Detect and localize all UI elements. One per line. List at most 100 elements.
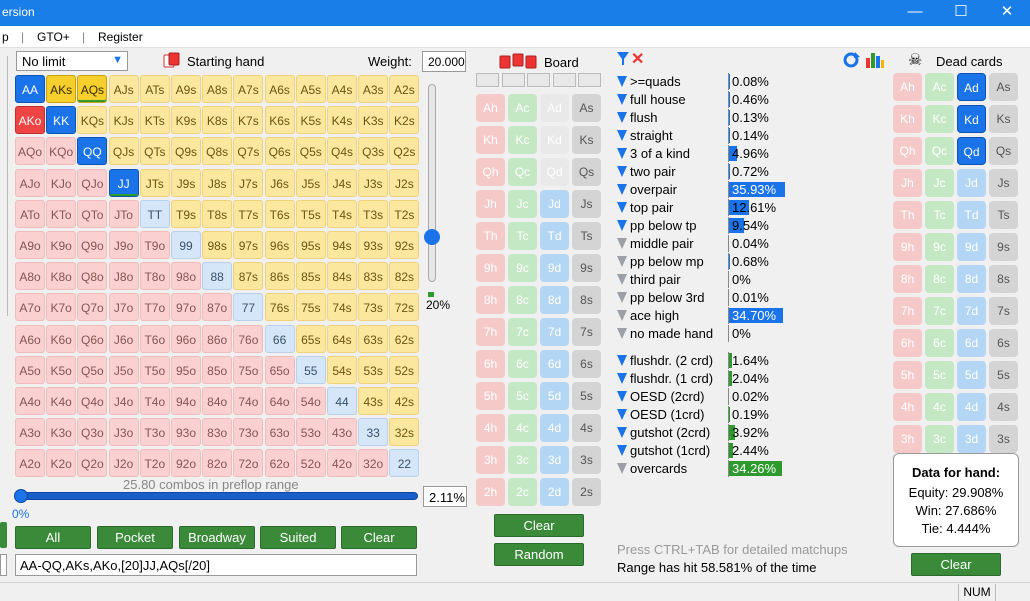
hand-cell-t3s[interactable]: T3s	[358, 199, 389, 228]
filter-toggle-icon[interactable]	[617, 220, 627, 231]
hand-cell-kjo[interactable]: KJo	[46, 168, 77, 197]
hand-cell-j7s[interactable]: J7s	[233, 168, 264, 197]
board-card-td[interactable]: Td	[540, 222, 569, 250]
dead-card-jc[interactable]: Jc	[925, 169, 954, 197]
hand-cell-96s[interactable]: 96s	[264, 231, 295, 259]
hand-cell-73s[interactable]: 73s	[358, 293, 389, 322]
dead-card-td[interactable]: Td	[957, 201, 986, 229]
dead-card-qd[interactable]: Qd	[957, 137, 986, 165]
hand-cell-kqo[interactable]: KQo	[46, 137, 77, 166]
hand-cell-a7s[interactable]: A7s	[233, 75, 264, 103]
dead-card-4s[interactable]: 4s	[989, 393, 1018, 421]
hand-cell-j3s[interactable]: J3s	[358, 168, 389, 197]
board-card-qc[interactable]: Qc	[508, 158, 537, 186]
hand-cell-q8s[interactable]: Q8s	[202, 137, 233, 166]
board-card-5c[interactable]: 5c	[508, 382, 537, 410]
hand-cell-86o[interactable]: 86o	[202, 324, 233, 353]
board-card-9d[interactable]: 9d	[540, 254, 569, 282]
hand-cell-k9o[interactable]: K9o	[46, 231, 77, 259]
board-clear-button[interactable]: Clear	[494, 514, 584, 537]
board-card-4s[interactable]: 4s	[572, 414, 601, 442]
dead-card-6c[interactable]: 6c	[925, 329, 954, 357]
board-card-3c[interactable]: 3c	[508, 446, 537, 474]
hand-cell-95o[interactable]: 95o	[171, 355, 201, 384]
hand-cell-j7o[interactable]: J7o	[108, 293, 139, 322]
hand-cell-t4o[interactable]: T4o	[139, 387, 170, 415]
hand-cell-53o[interactable]: 53o	[295, 418, 326, 447]
dead-card-9h[interactable]: 9h	[893, 233, 922, 261]
dead-card-7d[interactable]: 7d	[957, 297, 986, 325]
hand-cell-k3s[interactable]: K3s	[358, 106, 389, 135]
hand-cell-a6s[interactable]: A6s	[264, 75, 295, 103]
hand-cell-k8o[interactable]: K8o	[46, 262, 77, 291]
dead-card-kh[interactable]: Kh	[893, 105, 922, 133]
dead-card-jh[interactable]: Jh	[893, 169, 922, 197]
dead-card-8c[interactable]: 8c	[925, 265, 954, 293]
board-card-9s[interactable]: 9s	[572, 254, 601, 282]
hand-cell-83o[interactable]: 83o	[202, 418, 233, 447]
board-card-2d[interactable]: 2d	[540, 478, 569, 506]
hand-cell-94o[interactable]: 94o	[171, 387, 201, 415]
hand-cell-q2s[interactable]: Q2s	[389, 137, 420, 166]
hand-cell-q4s[interactable]: Q4s	[327, 137, 357, 166]
dead-card-7s[interactable]: 7s	[989, 297, 1018, 325]
dead-card-th[interactable]: Th	[893, 201, 922, 229]
hand-cell-87s[interactable]: 87s	[233, 262, 264, 291]
board-card-7s[interactable]: 7s	[572, 318, 601, 346]
hand-cell-t9s[interactable]: T9s	[171, 199, 201, 228]
hand-cell-j3o[interactable]: J3o	[108, 418, 139, 447]
board-card-3d[interactable]: 3d	[540, 446, 569, 474]
board-card-js[interactable]: Js	[572, 190, 601, 218]
hand-cell-q7s[interactable]: Q7s	[233, 137, 264, 166]
menu-item-register[interactable]: Register	[98, 30, 143, 44]
hand-cell-97o[interactable]: 97o	[171, 293, 201, 322]
hand-cell-55[interactable]: 55	[295, 355, 326, 384]
range-slider-track[interactable]	[18, 492, 418, 500]
hand-cell-92o[interactable]: 92o	[171, 449, 201, 478]
dead-card-6s[interactable]: 6s	[989, 329, 1018, 357]
filter-toggle-icon[interactable]	[617, 184, 627, 195]
board-card-jh[interactable]: Jh	[476, 190, 505, 218]
hand-cell-a7o[interactable]: A7o	[15, 293, 45, 322]
dead-card-9c[interactable]: 9c	[925, 233, 954, 261]
board-card-8h[interactable]: 8h	[476, 286, 505, 314]
hand-cell-q6o[interactable]: Q6o	[77, 324, 108, 353]
hand-cell-ato[interactable]: ATo	[15, 199, 45, 228]
hand-cell-a8o[interactable]: A8o	[15, 262, 45, 291]
hand-cell-q9o[interactable]: Q9o	[77, 231, 108, 259]
clear-filter-icon[interactable]: ✕	[631, 49, 644, 69]
hand-cell-66[interactable]: 66	[264, 324, 295, 353]
hand-cell-k9s[interactable]: K9s	[171, 106, 201, 135]
weight-slider-thumb[interactable]	[424, 229, 440, 245]
hand-cell-32s[interactable]: 32s	[389, 418, 420, 447]
dead-card-9d[interactable]: 9d	[957, 233, 986, 261]
board-card-ad[interactable]: Ad	[540, 94, 569, 122]
dead-card-3d[interactable]: 3d	[957, 425, 986, 453]
board-slot[interactable]	[552, 73, 576, 87]
hand-cell-43s[interactable]: 43s	[358, 387, 389, 415]
dead-card-5s[interactable]: 5s	[989, 361, 1018, 389]
suited-button[interactable]: Suited	[260, 526, 336, 549]
hand-cell-t5s[interactable]: T5s	[295, 199, 326, 228]
filter-toggle-icon[interactable]	[617, 391, 627, 402]
hand-cell-j2s[interactable]: J2s	[389, 168, 420, 197]
filter-toggle-icon[interactable]	[617, 292, 627, 303]
hand-cell-72s[interactable]: 72s	[389, 293, 420, 322]
broadway-button[interactable]: Broadway	[179, 526, 255, 549]
hand-cell-65s[interactable]: 65s	[295, 324, 326, 353]
hand-cell-97s[interactable]: 97s	[233, 231, 264, 259]
weight-input[interactable]: 20.000	[422, 51, 466, 72]
hand-cell-jto[interactable]: JTo	[108, 199, 139, 228]
hand-cell-j6o[interactable]: J6o	[108, 324, 139, 353]
hand-cell-k2o[interactable]: K2o	[46, 449, 77, 478]
dead-card-5c[interactable]: 5c	[925, 361, 954, 389]
hand-cell-a6o[interactable]: A6o	[15, 324, 45, 353]
hand-cell-k3o[interactable]: K3o	[46, 418, 77, 447]
filter-toggle-icon[interactable]	[617, 328, 627, 339]
hand-cell-k7s[interactable]: K7s	[233, 106, 264, 135]
filter-toggle-icon[interactable]	[617, 274, 627, 285]
hand-cell-k4o[interactable]: K4o	[46, 387, 77, 415]
board-card-ac[interactable]: Ac	[508, 94, 537, 122]
hand-cell-q7o[interactable]: Q7o	[77, 293, 108, 322]
range-percent-input[interactable]: 2.11%	[423, 486, 467, 507]
